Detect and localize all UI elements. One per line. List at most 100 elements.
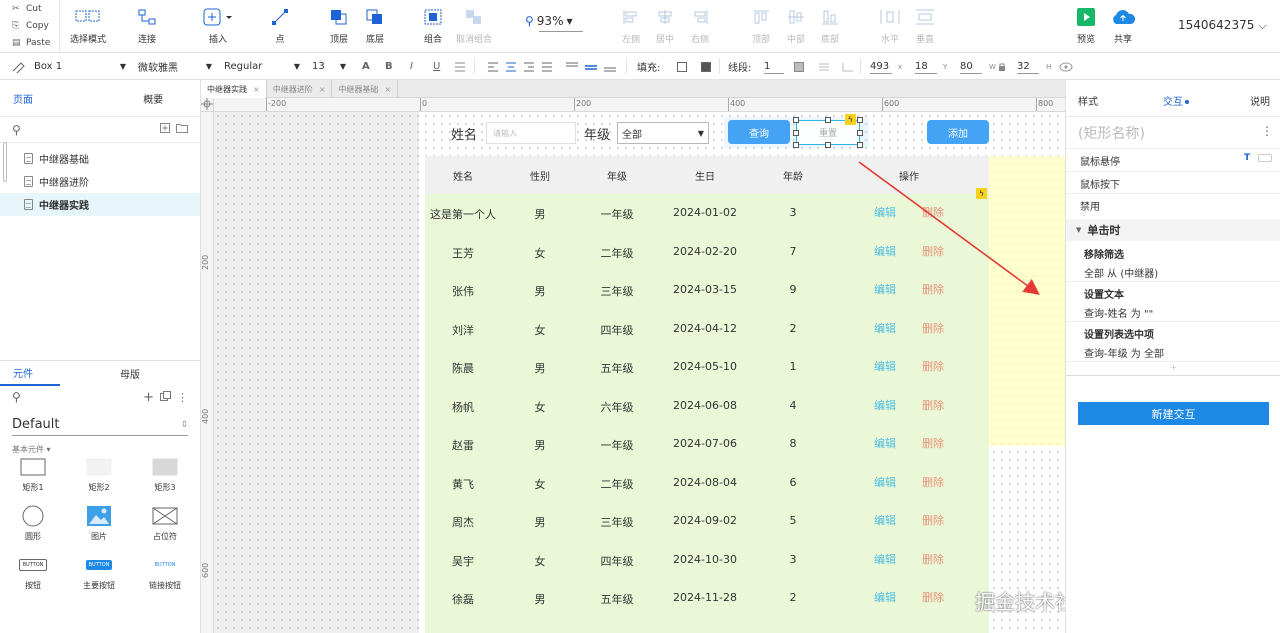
- toggle-icon[interactable]: [1258, 154, 1272, 162]
- distribute-vertical-button[interactable]: 垂直: [915, 6, 935, 45]
- y-input[interactable]: 18: [915, 59, 937, 74]
- shadow-swatch[interactable]: [701, 53, 711, 80]
- pages-scrollbar[interactable]: [3, 142, 7, 182]
- add-folder-icon[interactable]: [176, 123, 188, 136]
- lock-ratio-icon[interactable]: [997, 53, 1007, 80]
- line-arrow-icon[interactable]: [842, 53, 854, 80]
- font-size-select[interactable]: 13 ▼: [312, 53, 346, 80]
- visibility-eye-icon[interactable]: [1059, 53, 1073, 80]
- widget-rect[interactable]: 矩形1: [0, 458, 66, 493]
- page-item[interactable]: 中继器进阶: [0, 170, 200, 193]
- design-canvas[interactable]: 姓名 请输入 年级 全部 ▼ 查询 重置 ϟ 添加 姓名 性别 年级 生日 年龄 操作 这是…: [214, 112, 1065, 633]
- widget-btn1[interactable]: BUTTON 按钮: [0, 556, 66, 591]
- ruler-origin[interactable]: [201, 98, 214, 112]
- action-description[interactable]: 查询-年级 为 全部: [1084, 345, 1164, 360]
- state-hover[interactable]: 鼠标悬停: [1080, 153, 1120, 168]
- group-button[interactable]: 组合: [424, 6, 442, 45]
- share-button[interactable]: 共享: [1110, 6, 1136, 45]
- align-middle-button[interactable]: 中部: [787, 6, 805, 45]
- document-tab[interactable]: 中继器基础 ×: [332, 80, 399, 98]
- connect-button[interactable]: 连接: [138, 6, 156, 45]
- tab-masters[interactable]: 母版: [60, 361, 200, 386]
- more-options-icon[interactable]: ⋮: [1261, 124, 1273, 138]
- zoom-select[interactable]: ⚲ 93% ▼: [525, 14, 583, 32]
- text-justify-icon[interactable]: [541, 53, 553, 80]
- ungroup-button[interactable]: 取消组合: [456, 6, 492, 45]
- bold-button[interactable]: B: [385, 53, 393, 80]
- valign-top-icon[interactable]: [565, 53, 579, 80]
- align-top-button[interactable]: 顶部: [752, 6, 770, 45]
- font-weight-select[interactable]: Regular ▼: [224, 53, 300, 80]
- close-icon[interactable]: ×: [319, 85, 326, 94]
- widget-image[interactable]: 图片: [66, 506, 132, 542]
- close-icon[interactable]: ×: [384, 85, 391, 94]
- list-icon[interactable]: [454, 53, 466, 80]
- add-library-icon[interactable]: +: [143, 390, 154, 405]
- new-interaction-button[interactable]: 新建交互: [1078, 402, 1269, 425]
- widget-circle[interactable]: 圆形: [0, 505, 66, 542]
- page-item[interactable]: 中继器基础: [0, 147, 200, 170]
- cut-button[interactable]: ✂ Cut: [0, 0, 59, 17]
- user-account-menu[interactable]: 1540642375 ⌵: [1178, 18, 1267, 33]
- preview-button[interactable]: 预览: [1077, 6, 1095, 45]
- line-color-swatch[interactable]: [794, 53, 804, 80]
- close-icon[interactable]: ×: [253, 85, 260, 94]
- point-button[interactable]: 点: [272, 6, 288, 45]
- add-action-icon[interactable]: +: [1066, 362, 1280, 374]
- valign-bottom-icon[interactable]: [603, 53, 617, 80]
- line-width-input[interactable]: 1: [764, 59, 784, 74]
- shape-name-input[interactable]: (矩形名称): [1078, 123, 1145, 143]
- fill-color-swatch[interactable]: [677, 53, 687, 80]
- action-title[interactable]: 设置列表选中项: [1084, 326, 1154, 341]
- action-description[interactable]: 查询-姓名 为 "": [1084, 305, 1153, 320]
- width-input[interactable]: 80: [960, 59, 982, 74]
- widget-rect2[interactable]: 矩形2: [66, 458, 132, 493]
- library-select[interactable]: Default ⇕: [12, 414, 188, 436]
- insert-button[interactable]: 插入: [203, 6, 233, 45]
- line-style-icon[interactable]: [818, 53, 830, 80]
- text-align-right-icon[interactable]: [523, 53, 535, 80]
- action-title[interactable]: 设置文本: [1084, 286, 1124, 301]
- event-onclick[interactable]: ▼ 单击时: [1066, 219, 1280, 241]
- widget-placeholder[interactable]: 占位符: [132, 507, 198, 542]
- italic-button[interactable]: I: [410, 53, 413, 80]
- widget-category[interactable]: 基本元件 ▾: [0, 436, 200, 455]
- widget-btn3[interactable]: BUTTON 链接按钮: [132, 556, 198, 591]
- align-bottom-button[interactable]: 底部: [821, 6, 839, 45]
- more-options-icon[interactable]: ⋮: [177, 391, 188, 404]
- action-title[interactable]: 移除筛选: [1084, 246, 1124, 261]
- text-style-icon[interactable]: T: [1244, 153, 1250, 163]
- search-icon[interactable]: ⚲: [12, 123, 21, 137]
- bring-to-front-button[interactable]: 顶层: [330, 6, 348, 45]
- align-center-button[interactable]: 居中: [656, 6, 674, 45]
- text-align-left-icon[interactable]: [487, 53, 499, 80]
- text-align-center-icon[interactable]: [505, 53, 517, 80]
- widget-rect3[interactable]: 矩形3: [132, 458, 198, 493]
- align-left-button[interactable]: 左侧: [622, 6, 640, 45]
- underline-button[interactable]: U: [433, 53, 440, 80]
- library-copy-icon[interactable]: [160, 390, 171, 404]
- tab-interaction[interactable]: 交互: [1163, 93, 1189, 108]
- search-icon[interactable]: ⚲: [12, 390, 21, 404]
- distribute-horizontal-button[interactable]: 水平: [880, 6, 900, 45]
- page-item[interactable]: 中继器实践: [0, 193, 200, 216]
- style-select[interactable]: Box 1 ▼: [34, 53, 126, 80]
- align-right-button[interactable]: 右侧: [691, 6, 709, 45]
- tab-style[interactable]: 样式: [1078, 93, 1098, 108]
- widget-btn2[interactable]: BUTTON 主要按钮: [66, 556, 132, 591]
- send-to-back-button[interactable]: 底层: [366, 6, 384, 45]
- state-pressed[interactable]: 鼠标按下: [1080, 176, 1120, 191]
- font-color-icon[interactable]: A: [362, 53, 370, 80]
- add-page-icon[interactable]: [160, 123, 170, 136]
- valign-middle-icon[interactable]: [584, 53, 598, 80]
- document-tab[interactable]: 中继器实践 ×: [201, 80, 267, 98]
- copy-button[interactable]: ⎘ Copy: [0, 17, 59, 34]
- state-disabled[interactable]: 禁用: [1080, 198, 1100, 213]
- action-description[interactable]: 全部 从 (中继器): [1084, 265, 1158, 280]
- font-family-select[interactable]: 微软雅黑 ▼: [138, 53, 212, 80]
- tab-widgets[interactable]: 元件: [0, 361, 60, 386]
- height-input[interactable]: 32: [1017, 59, 1039, 74]
- tab-outline[interactable]: 概要: [107, 80, 201, 116]
- document-tab[interactable]: 中继器进阶 ×: [267, 80, 333, 98]
- tab-pages[interactable]: 页面: [0, 80, 107, 116]
